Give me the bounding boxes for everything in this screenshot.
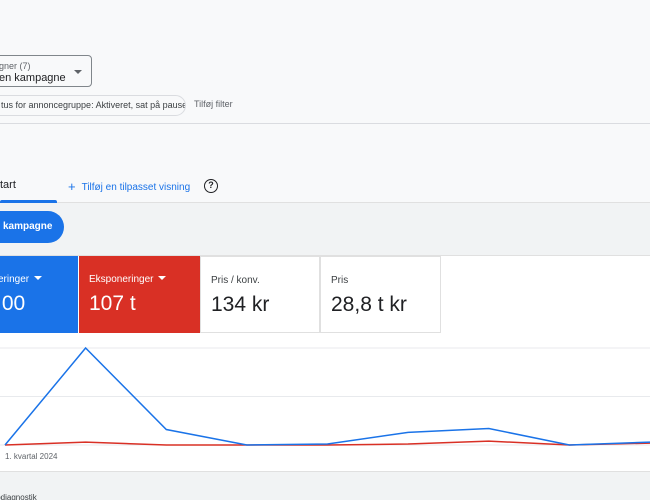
view-tabs-bar: tart + Tilføj en tilpasset visning [0, 124, 650, 203]
chevron-down-icon [34, 276, 43, 280]
metric-card-clicks[interactable]: eringer ,00 [0, 256, 78, 333]
tab-overview[interactable]: tart [0, 179, 16, 191]
add-filter-link[interactable]: Tilføj filter [194, 99, 233, 109]
diagnostics-heading: todiagnostik [0, 493, 37, 500]
metric-card-impressions[interactable]: Eksponeringer 107 t [79, 256, 200, 333]
plus-icon: + [68, 179, 76, 194]
help-circle-icon[interactable]: ? [204, 179, 218, 193]
add-custom-view-link[interactable]: + Tilføj en tilpasset visning [68, 179, 190, 194]
metric-value: ,00 [0, 292, 26, 315]
metric-value: 107 t [89, 292, 136, 315]
performance-line-chart [0, 346, 650, 446]
chevron-down-icon [158, 276, 167, 280]
metric-card-cost[interactable]: Pris 28,8 t kr [320, 256, 441, 333]
metric-value: 28,8 t kr [331, 293, 407, 316]
chevron-down-icon [74, 70, 82, 74]
active-tab-indicator [0, 200, 57, 203]
campaign-dropdown[interactable]: gner (7) en kampagne [0, 55, 92, 87]
metric-card-cost-per-conv[interactable]: Pris / konv. 134 kr [200, 256, 320, 333]
metric-label: eringer [0, 274, 30, 285]
x-axis-tick-label: 1. kvartal 2024 [5, 452, 58, 461]
status-filter-chip[interactable]: tus for annoncegruppe: Aktiveret, sat på… [0, 95, 186, 116]
campaign-dropdown-label: gner (7) [0, 61, 31, 71]
new-campaign-button[interactable]: kampagne [0, 211, 64, 243]
metric-label: Eksponeringer [89, 274, 154, 285]
metric-value: 134 kr [211, 293, 270, 316]
metric-label: Pris / konv. [211, 275, 260, 286]
add-custom-view-label: Tilføj en tilpasset visning [81, 182, 191, 193]
metric-label: Pris [331, 275, 349, 286]
campaign-dropdown-value: en kampagne [0, 72, 66, 84]
